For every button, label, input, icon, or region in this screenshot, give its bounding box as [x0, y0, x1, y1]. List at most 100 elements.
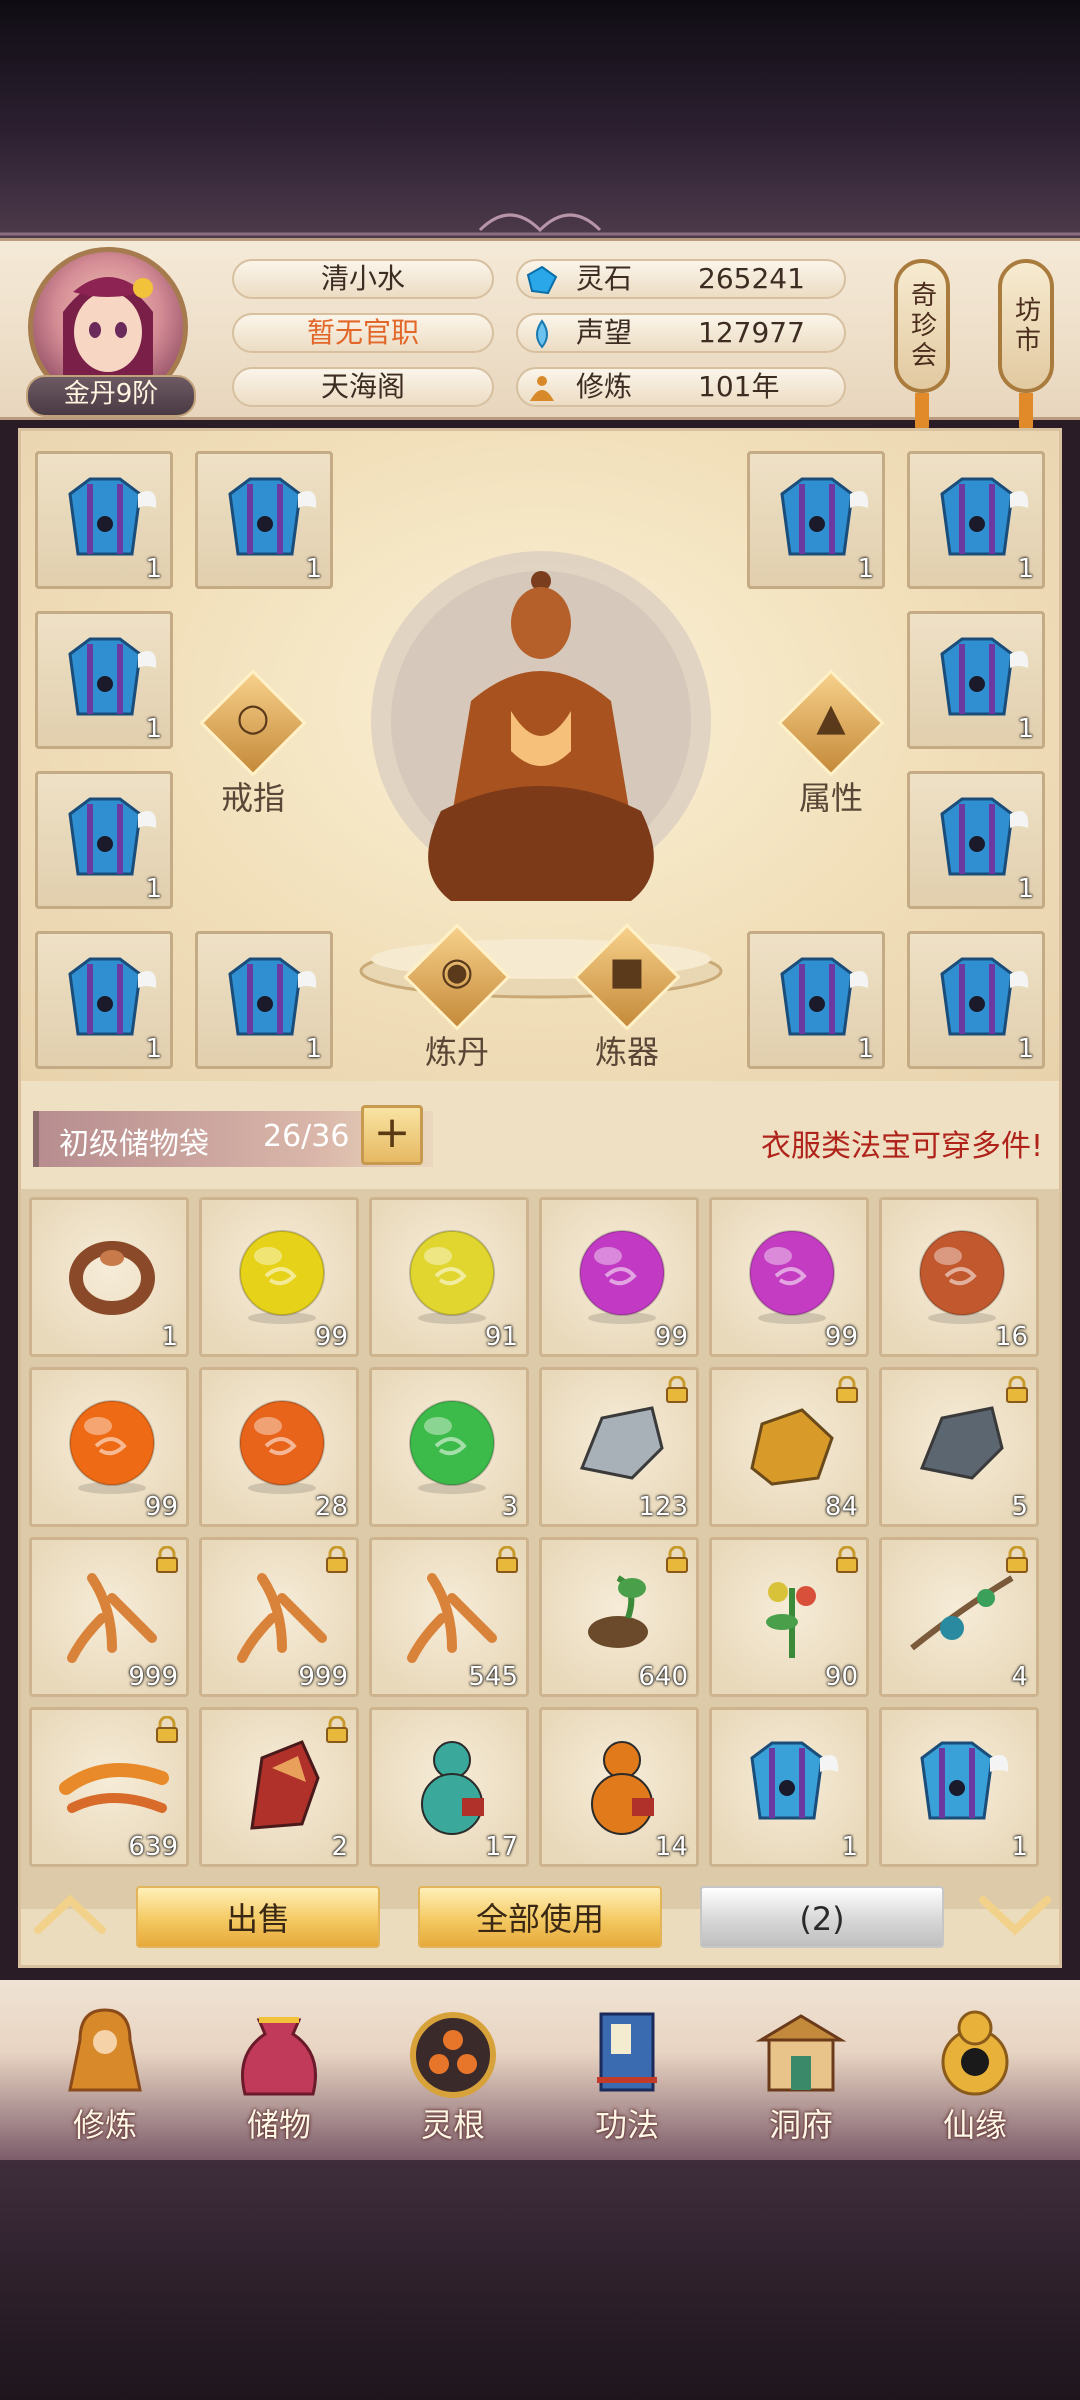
- equipment-slot[interactable]: 1: [907, 451, 1045, 589]
- inventory-slot[interactable]: 16: [879, 1197, 1039, 1357]
- slot-count: 1: [145, 1034, 162, 1064]
- item-count: 3: [501, 1492, 518, 1522]
- orb-icon: [409, 1230, 495, 1324]
- armor-icon: [940, 477, 1029, 556]
- item-count: 123: [638, 1492, 688, 1522]
- equipment-slot[interactable]: 1: [747, 451, 885, 589]
- armor-icon: [68, 797, 157, 876]
- item-count: 1: [841, 1832, 858, 1862]
- lock-icon: [326, 1716, 348, 1743]
- gourd-icon: [591, 1741, 654, 1835]
- item-count: 640: [638, 1662, 688, 1692]
- tassel-decoration: [915, 393, 929, 433]
- orb-icon: [69, 1400, 155, 1494]
- item-count: 28: [314, 1492, 348, 1522]
- equipment-slot[interactable]: 1: [747, 931, 885, 1069]
- equipment-slot[interactable]: 1: [35, 931, 173, 1069]
- orb-icon: [239, 1400, 325, 1494]
- inventory-slot[interactable]: 1: [709, 1707, 869, 1867]
- rank-badge: 金丹9阶: [26, 375, 196, 417]
- inventory-slot[interactable]: 545: [369, 1537, 529, 1697]
- slot-count: 1: [305, 1034, 322, 1064]
- fate-nav-icon: [941, 2010, 1009, 2096]
- armor-icon: [750, 1741, 839, 1820]
- resource-value: 101年: [698, 370, 780, 403]
- market-button[interactable]: 坊市: [998, 259, 1054, 393]
- armor-icon: [780, 957, 869, 1036]
- equipment-slot[interactable]: 1: [35, 771, 173, 909]
- inventory-slot[interactable]: 99: [709, 1197, 869, 1357]
- alchemy-label: 炼丹: [424, 1033, 489, 1071]
- inventory-slot[interactable]: 99: [199, 1197, 359, 1357]
- inventory-slot[interactable]: 999: [29, 1537, 189, 1697]
- silver-ore-icon: [579, 1406, 664, 1480]
- item-count: 99: [824, 1322, 858, 1352]
- inventory-slot[interactable]: 640: [539, 1537, 699, 1697]
- equipment-slot[interactable]: 1: [907, 771, 1045, 909]
- orb-icon: [919, 1230, 1005, 1324]
- inventory-slot[interactable]: 84: [709, 1367, 869, 1527]
- lock-icon: [156, 1546, 178, 1573]
- inventory-slot[interactable]: 123: [539, 1367, 699, 1527]
- inventory-slot[interactable]: 28: [199, 1367, 359, 1527]
- item-count: 90: [824, 1662, 858, 1692]
- nav-cultivation[interactable]: 修炼: [30, 1980, 180, 2160]
- lock-icon: [836, 1376, 858, 1403]
- bottom-nav: 修炼 储物 灵根 功法 洞府 仙缘: [0, 1980, 1080, 2160]
- resource-spirit-stone: 灵石 265241: [516, 259, 846, 299]
- use-all-button[interactable]: 全部使用: [418, 1886, 662, 1948]
- resource-value: 127977: [698, 316, 805, 349]
- scroll-down-icon[interactable]: [975, 1890, 1055, 1940]
- nav-label: 灵根: [420, 2106, 485, 2144]
- bag-capacity: 26/36: [263, 1119, 350, 1154]
- inventory-slot[interactable]: 99: [539, 1197, 699, 1357]
- inventory-slot[interactable]: 1: [879, 1707, 1039, 1867]
- inventory-slot[interactable]: 17: [369, 1707, 529, 1867]
- attributes-button[interactable]: ▲ 属性: [771, 669, 891, 827]
- inventory-slot[interactable]: 1: [29, 1197, 189, 1357]
- item-count: 639: [128, 1832, 178, 1862]
- item-count: 17: [484, 1832, 518, 1862]
- nav-storage[interactable]: 储物: [204, 1980, 354, 2160]
- armor-icon: [780, 477, 869, 556]
- equipment-slot[interactable]: 1: [35, 611, 173, 749]
- sell-button[interactable]: 出售: [136, 1886, 380, 1948]
- item-count: 84: [824, 1492, 858, 1522]
- expand-bag-button[interactable]: +: [361, 1105, 423, 1165]
- nav-label: 功法: [594, 2106, 659, 2144]
- forging-label: 炼器: [594, 1033, 659, 1071]
- slot-count: 1: [145, 554, 162, 584]
- orb-icon: [409, 1400, 495, 1494]
- meditation-figure: [359, 551, 723, 999]
- inventory-slot[interactable]: 3: [369, 1367, 529, 1527]
- nav-fate[interactable]: 仙缘: [900, 1980, 1050, 2160]
- scroll-up-icon[interactable]: [30, 1890, 110, 1940]
- equipment-slot[interactable]: 1: [195, 931, 333, 1069]
- herb-pod-icon: [588, 1575, 648, 1648]
- selected-count-button[interactable]: (2): [700, 1886, 944, 1948]
- inventory-slot[interactable]: 639: [29, 1707, 189, 1867]
- inventory-slot[interactable]: 999: [199, 1537, 359, 1697]
- equipment-slot[interactable]: 1: [907, 931, 1045, 1069]
- alchemy-button[interactable]: ◉ 炼丹: [397, 923, 517, 1081]
- treasure-fair-button[interactable]: 奇珍会: [894, 259, 950, 393]
- inventory-slot[interactable]: 4: [879, 1537, 1039, 1697]
- inventory-slot[interactable]: 91: [369, 1197, 529, 1357]
- equipment-slot[interactable]: 1: [195, 451, 333, 589]
- ring-button[interactable]: ○ 戒指: [193, 669, 313, 827]
- item-count: 2: [331, 1832, 348, 1862]
- inventory-slot[interactable]: 5: [879, 1367, 1039, 1527]
- equipment-slot[interactable]: 1: [35, 451, 173, 589]
- inventory-slot[interactable]: 90: [709, 1537, 869, 1697]
- forging-button[interactable]: ■ 炼器: [567, 923, 687, 1081]
- nav-cave[interactable]: 洞府: [726, 1980, 876, 2160]
- slot-count: 1: [1017, 554, 1034, 584]
- nav-technique[interactable]: 功法: [552, 1980, 702, 2160]
- inventory-slot[interactable]: 14: [539, 1707, 699, 1867]
- nav-spirit-root[interactable]: 灵根: [378, 1980, 528, 2160]
- inventory-slot[interactable]: 2: [199, 1707, 359, 1867]
- ginseng-icon: [407, 1573, 497, 1663]
- inventory-slot[interactable]: 99: [29, 1367, 189, 1527]
- armor-icon: [228, 477, 317, 556]
- equipment-slot[interactable]: 1: [907, 611, 1045, 749]
